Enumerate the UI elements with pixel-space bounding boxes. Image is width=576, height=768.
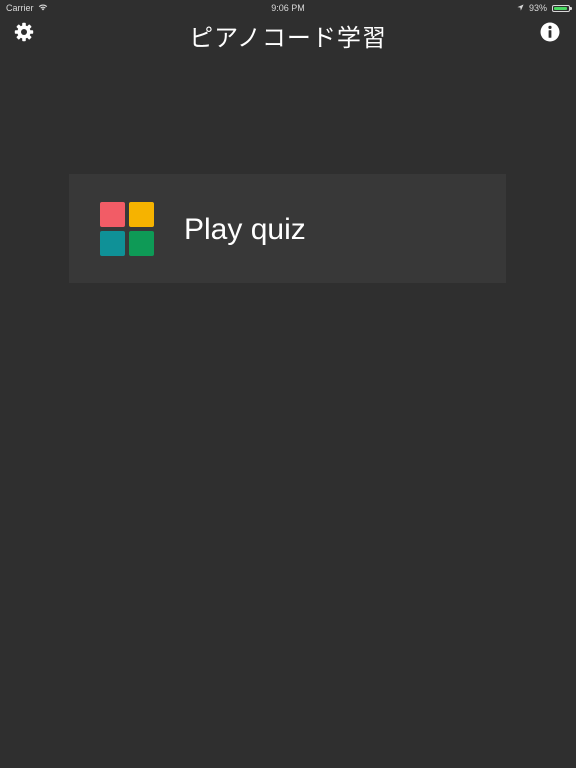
page-title: ピアノコード学習 (189, 24, 387, 52)
battery-icon (552, 4, 572, 12)
navigation-bar: ピアノコード学習 (0, 16, 576, 52)
location-arrow-icon (517, 3, 524, 13)
battery-percent: 93% (528, 3, 547, 13)
play-quiz-label: Play quiz (184, 213, 306, 246)
status-right: 93% (517, 3, 572, 13)
tile-yellow (129, 202, 154, 227)
play-quiz-button[interactable]: Play quiz (69, 174, 506, 283)
info-button[interactable] (538, 22, 562, 46)
tile-green (129, 231, 154, 256)
info-icon (540, 22, 560, 47)
status-time: 9:06 PM (271, 3, 305, 13)
tile-teal (100, 231, 125, 256)
four-tiles-icon (100, 202, 154, 256)
status-bar: Carrier 9:06 PM 93% (0, 0, 576, 16)
battery-tip (570, 6, 572, 10)
battery-fill (554, 6, 567, 10)
tile-red (100, 202, 125, 227)
